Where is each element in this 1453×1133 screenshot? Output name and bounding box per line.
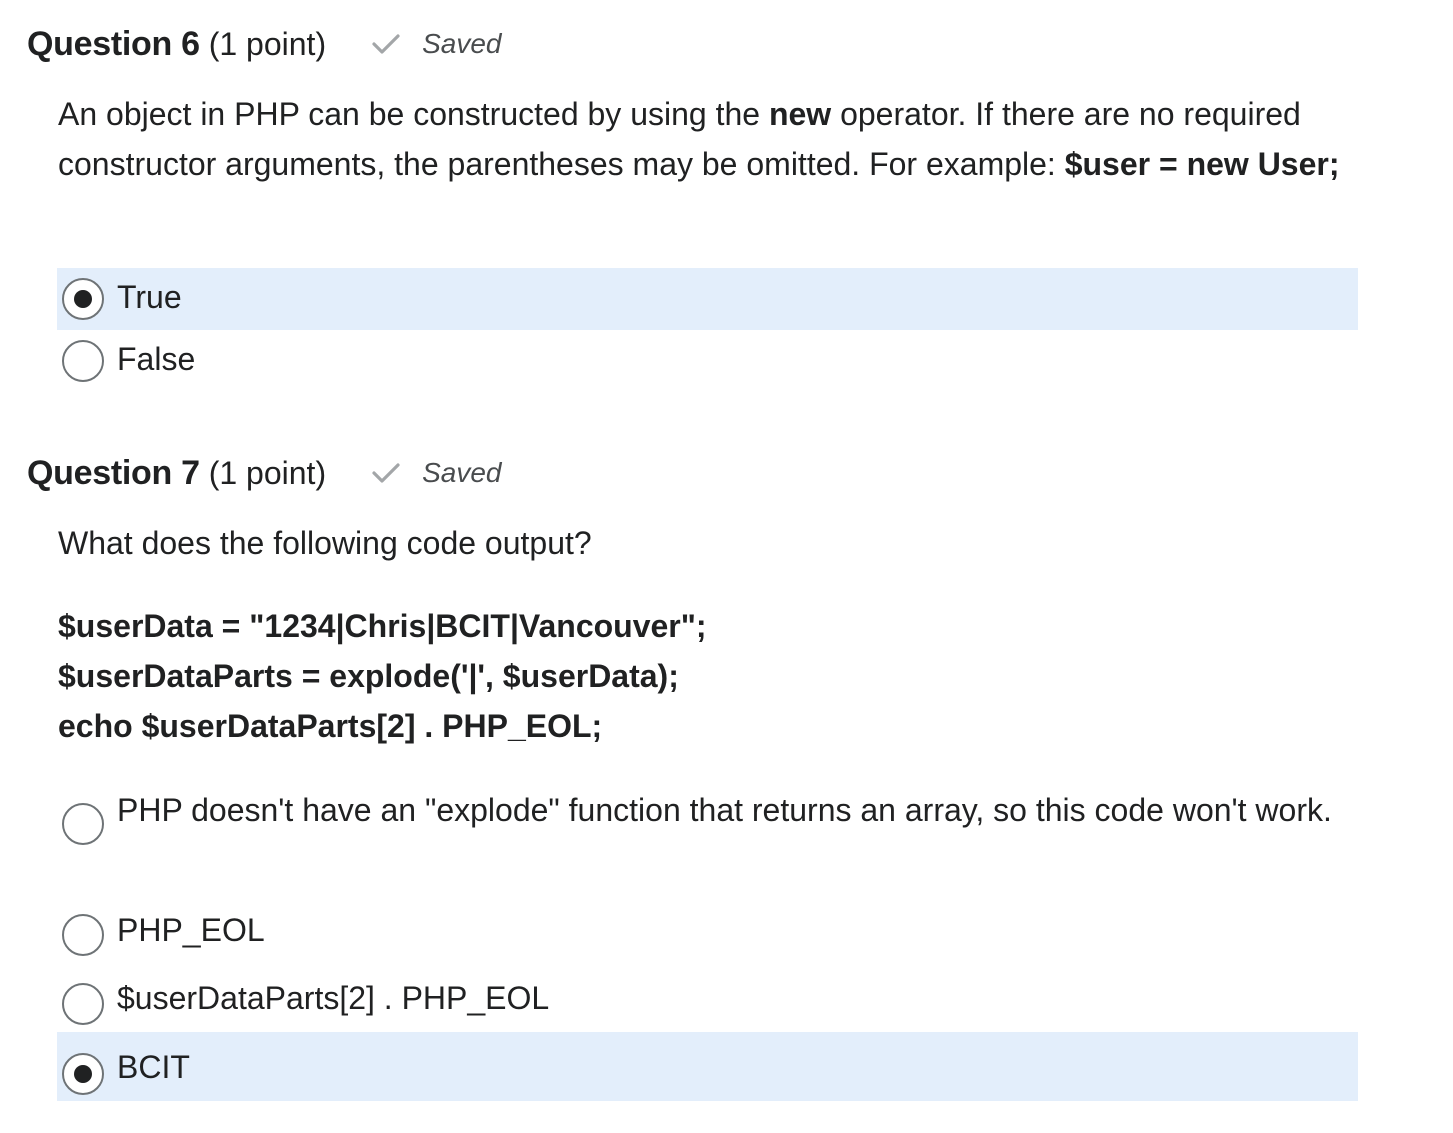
- choice-label: True: [117, 279, 182, 315]
- question-points: (1 point): [208, 454, 327, 491]
- choice-false[interactable]: False: [57, 330, 1358, 392]
- choice-true[interactable]: True: [57, 268, 1358, 330]
- question-header: Question 6 (1 point) Saved: [27, 22, 502, 66]
- checkmark-icon: [372, 463, 400, 483]
- prompt-text: An object in PHP can be constructed by u…: [58, 89, 1358, 189]
- saved-status: Saved: [372, 457, 502, 489]
- question-header: Question 7 (1 point) Saved: [27, 451, 502, 495]
- radio-dot: [74, 1065, 92, 1083]
- prompt-part: An object in PHP can be constructed by u…: [58, 96, 769, 132]
- code-snippet: $userData = "1234|Chris|BCIT|Vancouver";…: [58, 601, 1358, 751]
- question-title: Question 7: [27, 453, 200, 492]
- radio-selected-icon[interactable]: [62, 1053, 104, 1095]
- radio-empty-icon[interactable]: [62, 914, 104, 956]
- choice-no-explode[interactable]: PHP doesn't have an "explode" function t…: [57, 785, 1358, 897]
- choice-label: BCIT: [117, 1049, 190, 1085]
- question-prompt: What does the following code output?: [58, 518, 1358, 568]
- saved-label: Saved: [422, 457, 502, 488]
- code-line: $userData = "1234|Chris|BCIT|Vancouver";: [58, 608, 707, 644]
- choice-label: PHP_EOL: [117, 912, 265, 948]
- question-prompt: An object in PHP can be constructed by u…: [58, 89, 1358, 189]
- question-points: (1 point): [208, 25, 327, 62]
- prompt-text: What does the following code output?: [58, 525, 592, 561]
- choice-label: PHP doesn't have an "explode" function t…: [117, 792, 1332, 828]
- choice-expression[interactable]: $userDataParts[2] . PHP_EOL: [57, 969, 1358, 1033]
- question-title: Question 6: [27, 24, 200, 63]
- code-line: $userDataParts = explode('|', $userData)…: [58, 658, 679, 694]
- choice-php-eol[interactable]: PHP_EOL: [57, 901, 1358, 965]
- choice-label: $userDataParts[2] . PHP_EOL: [117, 980, 550, 1016]
- saved-status: Saved: [372, 28, 502, 60]
- prompt-example-code: $user = new User;: [1064, 146, 1340, 182]
- radio-empty-icon[interactable]: [62, 983, 104, 1025]
- saved-label: Saved: [422, 28, 502, 59]
- checkmark-icon: [372, 34, 400, 54]
- choice-bcit[interactable]: BCIT: [57, 1032, 1358, 1101]
- radio-empty-icon[interactable]: [62, 803, 104, 845]
- radio-empty-icon[interactable]: [62, 340, 104, 382]
- radio-selected-icon[interactable]: [62, 278, 104, 320]
- radio-dot: [74, 290, 92, 308]
- prompt-keyword: new: [768, 96, 832, 132]
- code-line: echo $userDataParts[2] . PHP_EOL;: [58, 708, 603, 744]
- choice-label: False: [117, 341, 196, 377]
